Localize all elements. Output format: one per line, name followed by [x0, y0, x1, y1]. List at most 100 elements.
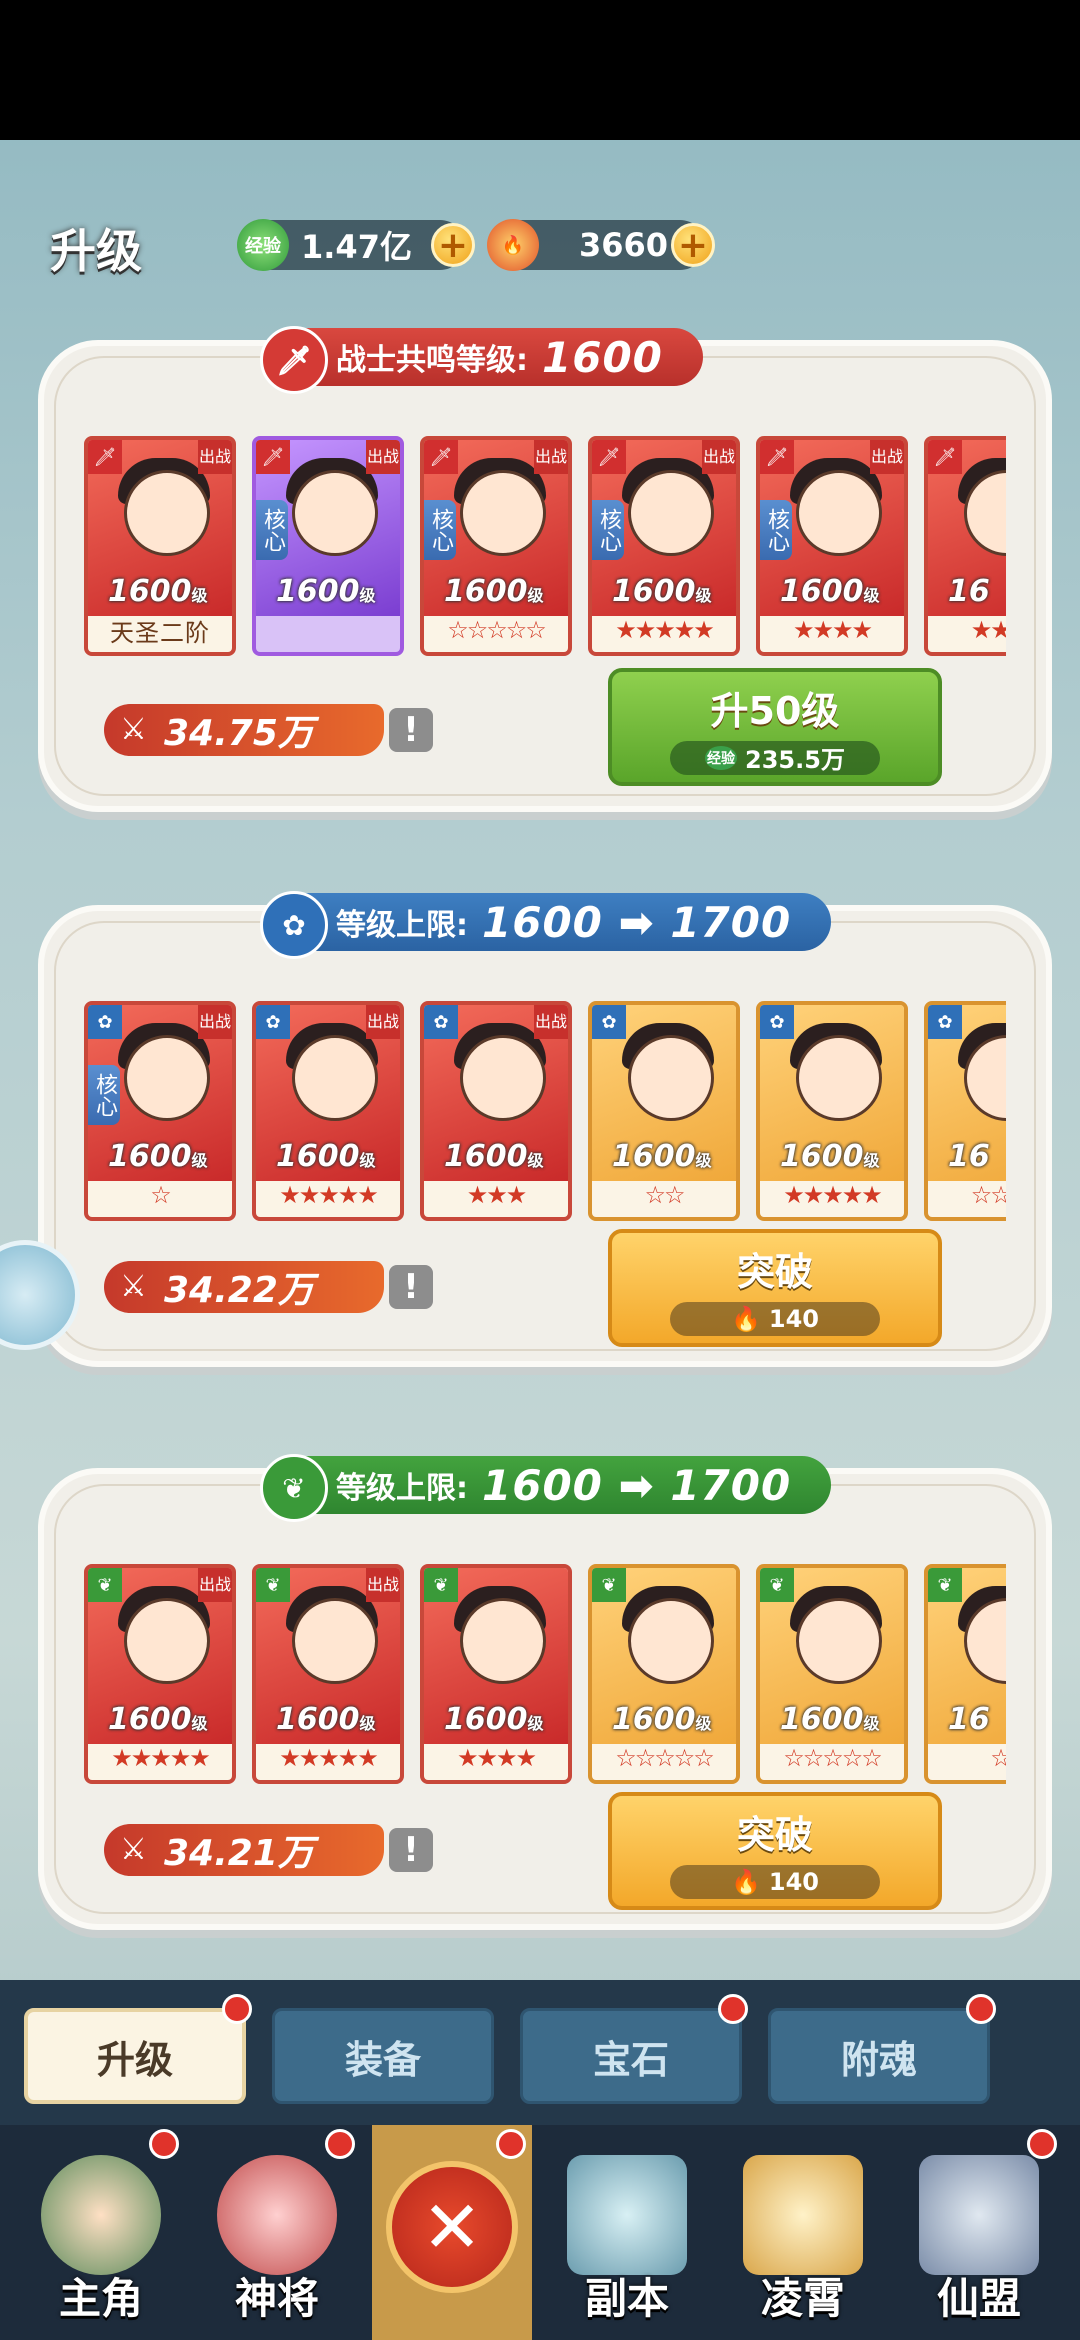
- hero-card[interactable]: ✿ 出战 1600级 ★★★: [420, 1001, 572, 1221]
- hero-rank: 天圣二阶: [110, 618, 210, 647]
- hero-card[interactable]: ❦ 1600级 ★★★★: [420, 1564, 572, 1784]
- hero-card[interactable]: 🗡 出战 核心 1600级 ☆☆☆☆☆: [420, 436, 572, 656]
- class-icon: ✿: [760, 1005, 794, 1039]
- level-up-label: 升50级: [710, 688, 840, 733]
- class-icon: 🗡: [424, 440, 458, 474]
- hero-level: 16: [948, 1139, 990, 1174]
- hero-level: 1600级: [444, 1702, 544, 1737]
- nav-lingxiao[interactable]: 凌霄: [716, 2125, 890, 2340]
- nav-label: 主角: [58, 2274, 143, 2323]
- hero-level: 1600级: [444, 574, 544, 609]
- breakthrough-panel-green: ❦ 等级上限: 1600 ➡ 1700 ❦ 出战 1600级 ★★★★★ ❦ 出战 1600…: [38, 1454, 1052, 1930]
- class-icon: 🗡: [592, 440, 626, 474]
- nav-label: 神将: [234, 2274, 319, 2323]
- power-badge: ⚔ 34.75万: [104, 704, 384, 756]
- hero-card-row: ✿ 出战 核心 1600级 ☆ ✿ 出战 1600级 ★★★★★ ✿ 出战 1600级 ★★★ ✿ 1600…: [84, 1001, 1006, 1223]
- hero-card[interactable]: ✿ 16 ☆☆☆: [924, 1001, 1006, 1221]
- tab-equipment[interactable]: 装备: [272, 2008, 494, 2104]
- tab-gem[interactable]: 宝石: [520, 2008, 742, 2104]
- tab-upgrade[interactable]: 升级: [24, 2008, 246, 2104]
- hero-card[interactable]: ✿ 1600级 ★★★★★: [756, 1001, 908, 1221]
- hero-card[interactable]: 🗡 出战 核心 1600级 ★★★★★: [588, 436, 740, 656]
- hero-level: 1600级: [108, 1702, 208, 1737]
- gem-add-button[interactable]: +: [671, 223, 715, 267]
- close-button[interactable]: ✕: [372, 2125, 532, 2340]
- level-up-cost: 经验 235.5万: [670, 740, 880, 775]
- hero-level: 1600级: [276, 574, 376, 609]
- core-tag: 核心: [592, 500, 624, 560]
- breakthrough-button[interactable]: 突破 🔥 140: [608, 1229, 942, 1347]
- lotus-icon: ✿: [260, 891, 328, 959]
- notification-dot: [222, 1994, 252, 2024]
- notification-dot: [1027, 2129, 1057, 2159]
- exp-resource: 经验 1.47亿 +: [237, 219, 475, 271]
- crossed-swords-icon: ⚔: [120, 1269, 147, 1304]
- hero-card[interactable]: ✿ 出战 1600级 ★★★★★: [252, 1001, 404, 1221]
- hero-card[interactable]: ❦ 出战 1600级 ★★★★★: [252, 1564, 404, 1784]
- breakthrough-cost: 🔥 140: [670, 1864, 880, 1899]
- hero-card[interactable]: 🗡 16 ★★★: [924, 436, 1006, 656]
- core-tag: 核心: [424, 500, 456, 560]
- flame-icon: 🔥: [731, 1867, 761, 1896]
- gem-resource: 🔥 3660 +: [487, 219, 715, 271]
- star-rating: ★★★★★: [279, 1744, 379, 1772]
- limit-banner: ✿ 等级上限: 1600 ➡ 1700: [260, 891, 832, 959]
- crossed-swords-icon: ⚔: [120, 712, 147, 747]
- exp-icon: 经验: [705, 745, 738, 770]
- hero-level: 16: [948, 1702, 990, 1737]
- hero-card[interactable]: ✿ 出战 核心 1600级 ☆: [84, 1001, 236, 1221]
- info-button[interactable]: !: [389, 1265, 433, 1309]
- deploy-badge: 出战: [366, 1568, 400, 1602]
- header: 升级 经验 1.47亿 + 🔥 3660 +: [0, 140, 1080, 350]
- hero-card[interactable]: 🗡 出战 核心 1600级: [252, 436, 404, 656]
- star-rating: ★★★★★: [111, 1744, 211, 1772]
- star-rating: ★★★★★: [783, 1181, 883, 1209]
- tab-soul[interactable]: 附魂: [768, 2008, 990, 2104]
- star-rating: ★★★★: [792, 616, 873, 644]
- nav-generals[interactable]: 神将: [190, 2125, 364, 2340]
- hero-card[interactable]: ❦ 1600级 ☆☆☆☆☆: [756, 1564, 908, 1784]
- nav-alliance[interactable]: 仙盟: [892, 2125, 1066, 2340]
- class-icon: ✿: [928, 1005, 962, 1039]
- hero-level: 1600级: [612, 1702, 712, 1737]
- hero-level: 1600级: [108, 1139, 208, 1174]
- generals-icon: [217, 2155, 337, 2275]
- deploy-badge: 出战: [702, 440, 736, 474]
- resonance-banner: 🗡 战士共鸣等级: 1600: [260, 326, 703, 394]
- class-icon: ✿: [424, 1005, 458, 1039]
- hero-level: 1600级: [444, 1139, 544, 1174]
- hero-level: 1600级: [612, 1139, 712, 1174]
- notification-dot: [966, 1994, 996, 2024]
- class-icon: ✿: [256, 1005, 290, 1039]
- nav-dungeon[interactable]: 副本: [540, 2125, 714, 2340]
- class-icon: ❦: [256, 1568, 290, 1602]
- class-icon: ❦: [592, 1568, 626, 1602]
- exp-add-button[interactable]: +: [431, 223, 475, 267]
- hero-level: 1600级: [108, 574, 208, 609]
- gem-value: 3660: [579, 226, 669, 264]
- info-button[interactable]: !: [389, 1828, 433, 1872]
- breakthrough-button[interactable]: 突破 🔥 140: [608, 1792, 942, 1910]
- level-up-button[interactable]: 升50级 经验 235.5万: [608, 668, 942, 786]
- nav-hero[interactable]: 主角: [14, 2125, 188, 2340]
- hero-card[interactable]: ❦ 出战 1600级 ★★★★★: [84, 1564, 236, 1784]
- class-icon: ✿: [592, 1005, 626, 1039]
- class-icon: ❦: [928, 1568, 962, 1602]
- power-value: 34.75万: [164, 713, 314, 754]
- deploy-badge: 出战: [366, 1005, 400, 1039]
- cost-value: 235.5万: [745, 746, 845, 774]
- hero-card[interactable]: ❦ 16☆: [924, 1564, 1006, 1784]
- sword-icon: 🗡: [260, 326, 328, 394]
- class-icon: ❦: [88, 1568, 122, 1602]
- breakthrough-label: 突破: [736, 1812, 813, 1857]
- info-button[interactable]: !: [389, 708, 433, 752]
- exp-value: 1.47亿: [301, 228, 412, 266]
- hero-card[interactable]: ✿ 1600级 ☆☆: [588, 1001, 740, 1221]
- hero-card[interactable]: 🗡 出战 核心 1600级 ★★★★: [756, 436, 908, 656]
- hero-card[interactable]: 🗡 出战 1600级 天圣二阶: [84, 436, 236, 656]
- power-badge: ⚔ 34.21万: [104, 1824, 384, 1876]
- core-tag: 核心: [256, 500, 288, 560]
- hero-card[interactable]: ❦ 1600级 ☆☆☆☆☆: [588, 1564, 740, 1784]
- notification-dot: [718, 1994, 748, 2024]
- breakthrough-cost: 🔥 140: [670, 1301, 880, 1336]
